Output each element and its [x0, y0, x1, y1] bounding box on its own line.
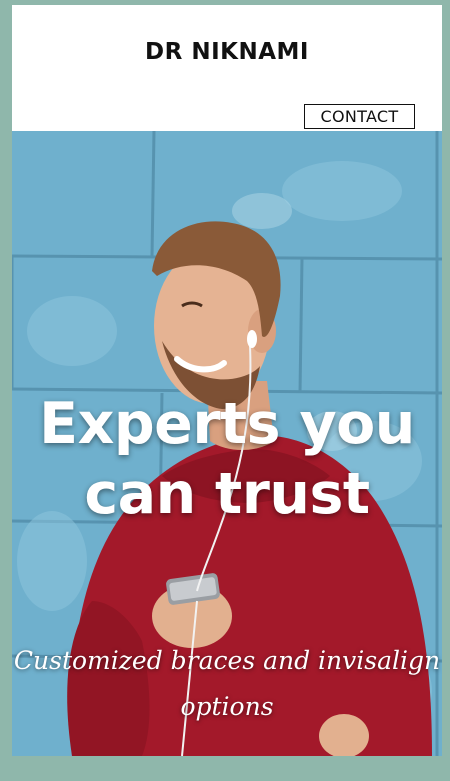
hero-headline: Experts you can trust — [39, 391, 415, 527]
hero-section: Experts you can trust Customized braces … — [12, 131, 442, 756]
brand-logo-text[interactable]: DR NIKNAMI — [12, 39, 442, 65]
hero-tagline: Customized braces and invisalign options — [13, 646, 441, 721]
site-header: DR NIKNAMI CONTACT — [12, 5, 442, 131]
contact-button[interactable]: CONTACT — [304, 104, 415, 129]
page-frame: DR NIKNAMI CONTACT Experts you can trust… — [12, 5, 442, 756]
